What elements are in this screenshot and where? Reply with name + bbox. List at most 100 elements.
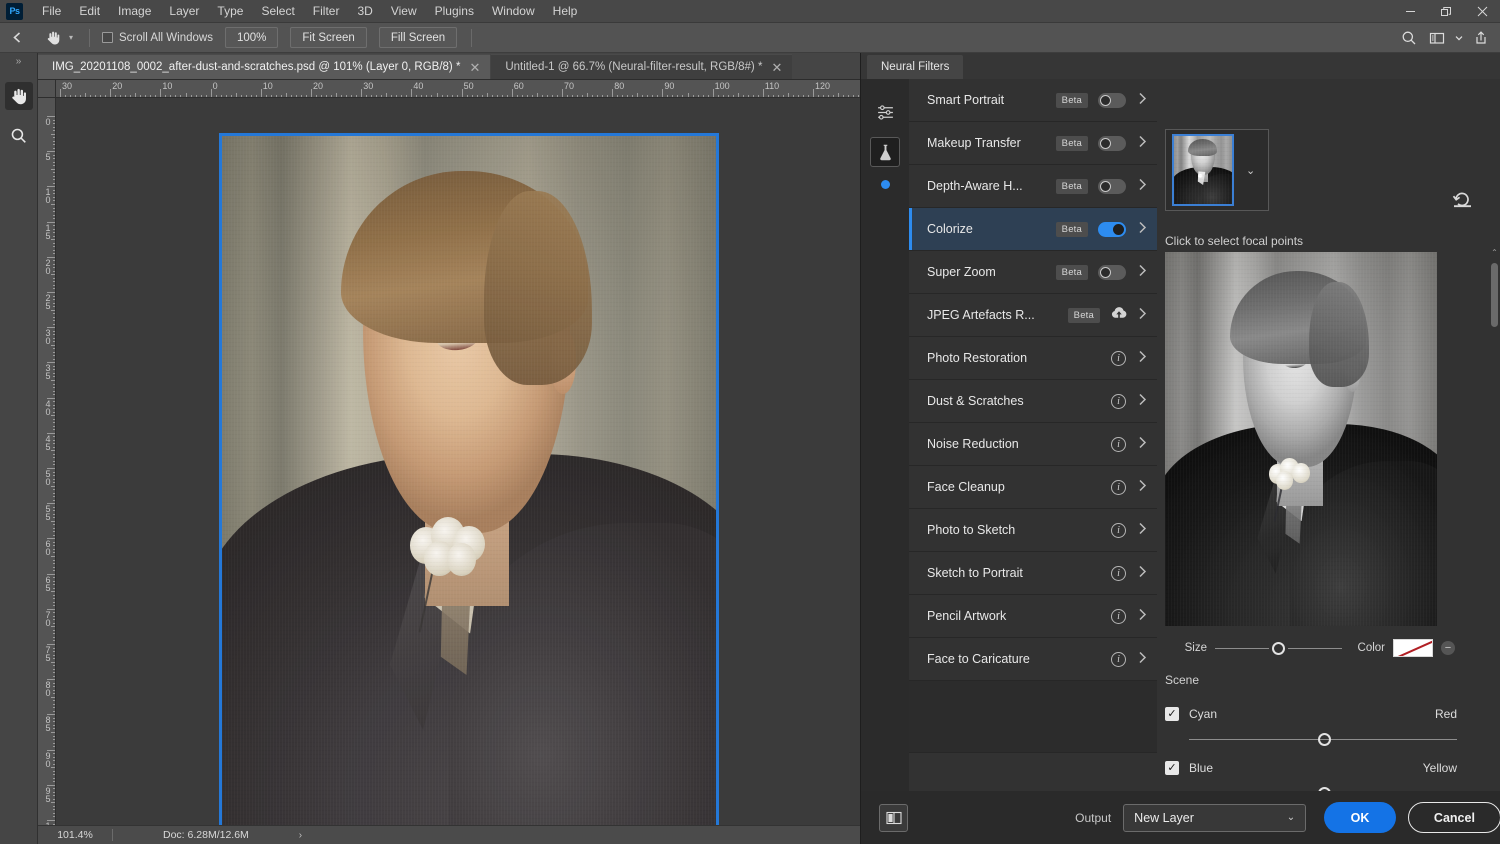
- size-slider-track-right[interactable]: [1288, 648, 1342, 649]
- chevron-right-icon[interactable]: [1138, 565, 1147, 581]
- chevron-right-icon[interactable]: [1138, 608, 1147, 624]
- horizontal-ruler[interactable]: 3020100102030405060708090100110120: [56, 80, 860, 98]
- filter-toggle[interactable]: [1098, 265, 1126, 280]
- chevron-right-icon[interactable]: [1138, 178, 1147, 194]
- ok-button[interactable]: OK: [1324, 802, 1396, 833]
- neural-filters-list[interactable]: Smart PortraitBetaMakeup TransferBetaDep…: [909, 79, 1157, 791]
- chevron-right-icon[interactable]: [1138, 436, 1147, 452]
- info-icon[interactable]: i: [1111, 609, 1126, 624]
- info-icon[interactable]: i: [1111, 523, 1126, 538]
- cancel-button[interactable]: Cancel: [1408, 802, 1500, 833]
- cloud-download-icon[interactable]: [1110, 305, 1128, 325]
- document-tab-2-close-icon[interactable]: ✕: [771, 61, 782, 74]
- document-tab-1[interactable]: IMG_20201108_0002_after-dust-and-scratch…: [38, 54, 490, 79]
- workspace-icon[interactable]: [1424, 26, 1450, 50]
- menu-type[interactable]: Type: [208, 1, 252, 21]
- filter-row-depth-aware-h[interactable]: Depth-Aware H...Beta: [909, 165, 1157, 208]
- filter-row-photo-to-sketch[interactable]: Photo to Sketchi: [909, 509, 1157, 552]
- scene-cyan-red-handle[interactable]: [1318, 733, 1331, 746]
- size-slider-handle[interactable]: [1272, 642, 1285, 655]
- detail-scrollbar[interactable]: ⌃ ⌄: [1490, 247, 1499, 817]
- filter-row-colorize[interactable]: ColorizeBeta: [909, 208, 1157, 251]
- restore-icon[interactable]: [1428, 0, 1464, 23]
- thumbnail-dropdown-caret-icon[interactable]: ⌄: [1246, 164, 1255, 177]
- menu-image[interactable]: Image: [109, 1, 160, 21]
- toolrail-expander-icon[interactable]: »: [16, 56, 22, 70]
- search-icon[interactable]: [1396, 26, 1422, 50]
- zoom-100-button[interactable]: 100%: [225, 27, 278, 48]
- output-dropdown[interactable]: New Layer ⌄: [1123, 804, 1306, 832]
- filter-row-super-zoom[interactable]: Super ZoomBeta: [909, 251, 1157, 294]
- share-icon[interactable]: [1468, 26, 1494, 50]
- tool-preset-caret-icon[interactable]: ▾: [69, 33, 73, 42]
- chevron-right-icon[interactable]: [1138, 350, 1147, 366]
- chevron-right-icon[interactable]: [1138, 264, 1147, 280]
- scroll-all-windows-checkbox[interactable]: Scroll All Windows: [102, 32, 213, 44]
- filter-row-makeup-transfer[interactable]: Makeup TransferBeta: [909, 122, 1157, 165]
- preview-thumbnail-selector[interactable]: ⌄: [1165, 129, 1269, 211]
- remove-color-button[interactable]: −: [1441, 641, 1455, 655]
- chevron-right-icon[interactable]: [1138, 135, 1147, 151]
- filter-toggle[interactable]: [1098, 179, 1126, 194]
- chevron-right-icon[interactable]: [1138, 221, 1147, 237]
- filter-row-jpeg-artefacts-r[interactable]: JPEG Artefacts R...Beta: [909, 294, 1157, 337]
- preview-thumbnail[interactable]: [1172, 134, 1234, 206]
- canvas-viewport[interactable]: [56, 98, 860, 825]
- close-icon[interactable]: [1464, 0, 1500, 23]
- hand-tool-icon[interactable]: [38, 27, 68, 49]
- info-icon[interactable]: i: [1111, 394, 1126, 409]
- info-icon[interactable]: i: [1111, 566, 1126, 581]
- filter-row-face-to-caricature[interactable]: Face to Caricaturei: [909, 638, 1157, 681]
- hand-tool-button[interactable]: [5, 82, 33, 110]
- info-icon[interactable]: i: [1111, 437, 1126, 452]
- menu-file[interactable]: File: [33, 1, 70, 21]
- size-slider-track-left[interactable]: [1215, 648, 1269, 649]
- split-view-icon[interactable]: [879, 804, 908, 832]
- menu-3d[interactable]: 3D: [348, 1, 381, 21]
- chevron-right-icon[interactable]: [1138, 479, 1147, 495]
- vertical-ruler[interactable]: 051015202530354045505560657075808590951: [38, 98, 56, 825]
- chevron-right-icon[interactable]: [1138, 522, 1147, 538]
- scene-cyan-red-track[interactable]: [1189, 733, 1457, 746]
- scrollbar-thumb[interactable]: [1491, 263, 1498, 327]
- chevron-right-icon[interactable]: [1138, 393, 1147, 409]
- fill-screen-button[interactable]: Fill Screen: [379, 27, 457, 48]
- fit-screen-button[interactable]: Fit Screen: [290, 27, 366, 48]
- filter-row-dust-scratches[interactable]: Dust & Scratchesi: [909, 380, 1157, 423]
- filter-row-face-cleanup[interactable]: Face Cleanupi: [909, 466, 1157, 509]
- document-tab-2[interactable]: Untitled-1 @ 66.7% (Neural-filter-result…: [491, 54, 792, 79]
- menu-view[interactable]: View: [382, 1, 426, 21]
- document-tab-1-close-icon[interactable]: ✕: [469, 61, 480, 74]
- info-icon[interactable]: i: [1111, 351, 1126, 366]
- tab-neural-filters[interactable]: Neural Filters: [867, 55, 963, 79]
- menu-filter[interactable]: Filter: [304, 1, 349, 21]
- chevron-right-icon[interactable]: [1138, 651, 1147, 667]
- menu-help[interactable]: Help: [544, 1, 587, 21]
- zoom-level-field[interactable]: 101.4%: [38, 829, 112, 841]
- menu-plugins[interactable]: Plugins: [426, 1, 483, 21]
- filter-row-sketch-to-portrait[interactable]: Sketch to Portraiti: [909, 552, 1157, 595]
- filter-toggle[interactable]: [1098, 222, 1126, 237]
- image-selection-frame[interactable]: [219, 133, 719, 825]
- zoom-tool-button[interactable]: [5, 122, 33, 150]
- chevron-right-icon[interactable]: [1138, 307, 1147, 323]
- beta-filters-icon[interactable]: [870, 137, 900, 167]
- filter-toggle[interactable]: [1098, 93, 1126, 108]
- menu-window[interactable]: Window: [483, 1, 544, 21]
- scene-blue-checkbox[interactable]: ✓: [1165, 761, 1179, 775]
- filter-row-noise-reduction[interactable]: Noise Reductioni: [909, 423, 1157, 466]
- reset-icon[interactable]: [1452, 191, 1473, 213]
- info-icon[interactable]: i: [1111, 652, 1126, 667]
- status-expand-icon[interactable]: ›: [299, 830, 302, 841]
- filter-toggle[interactable]: [1098, 136, 1126, 151]
- minimize-icon[interactable]: [1392, 0, 1428, 23]
- chevron-left-icon[interactable]: [0, 31, 34, 44]
- filter-row-smart-portrait[interactable]: Smart PortraitBeta: [909, 79, 1157, 122]
- filter-row-photo-restoration[interactable]: Photo Restorationi: [909, 337, 1157, 380]
- color-swatch[interactable]: [1393, 639, 1433, 657]
- menu-select[interactable]: Select: [252, 1, 303, 21]
- filter-preview-image[interactable]: [1165, 252, 1437, 626]
- info-icon[interactable]: i: [1111, 480, 1126, 495]
- chevron-right-icon[interactable]: [1138, 92, 1147, 108]
- scene-cyan-checkbox[interactable]: ✓: [1165, 707, 1179, 721]
